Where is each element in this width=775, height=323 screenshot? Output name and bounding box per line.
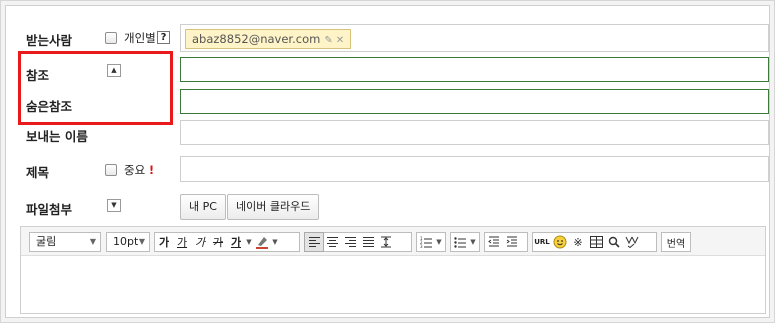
special-char-icon[interactable]: ※: [569, 233, 587, 251]
to-field[interactable]: abaz8852@naver.com ✎ ✕: [180, 24, 769, 52]
editor[interactable]: 굴림 ▼ 10pt ▼ 가 가 가 가 가 ▼ ▼ 1 2 3 ▼ ▼ URL …: [20, 226, 766, 314]
editor-body[interactable]: [21, 256, 765, 313]
my-pc-button[interactable]: 내 PC: [180, 194, 226, 220]
naver-cloud-button[interactable]: 네이버 클라우드: [227, 194, 320, 220]
search-icon[interactable]: [605, 233, 623, 251]
edit-pencil-icon[interactable]: ✎: [324, 35, 332, 46]
italic-button[interactable]: 가: [191, 233, 209, 251]
font-color-button[interactable]: 가: [227, 233, 245, 251]
align-left-icon[interactable]: [304, 232, 324, 252]
outdent-icon[interactable]: [485, 233, 503, 251]
font-size-select[interactable]: 10pt ▼: [106, 232, 150, 252]
compose-frame: 받는사람 개인별 ? abaz8852@naver.com ✎ ✕ 참조 ▲ 숨은참…: [0, 0, 775, 323]
svg-text:3: 3: [420, 244, 423, 248]
help-icon[interactable]: ?: [157, 31, 170, 44]
font-family-select[interactable]: 굴림 ▼: [29, 232, 101, 252]
indent-group: [484, 232, 528, 252]
sender-name-field[interactable]: [180, 120, 769, 145]
ordered-list-caret-icon[interactable]: ▼: [435, 238, 443, 246]
unordered-list-group: ▼: [450, 232, 480, 252]
ordered-list-icon[interactable]: 123: [417, 233, 435, 251]
recipient-chip-email: abaz8852@naver.com: [192, 32, 321, 46]
strikethrough-button[interactable]: 가: [209, 233, 227, 251]
remove-recipient-icon[interactable]: ✕: [336, 35, 344, 46]
bcc-field[interactable]: [180, 89, 769, 114]
insert-group: URL ※: [532, 232, 657, 252]
individual-checkbox[interactable]: [105, 32, 117, 44]
recipient-chip[interactable]: abaz8852@naver.com ✎ ✕: [185, 29, 352, 49]
align-center-icon[interactable]: [323, 233, 341, 251]
text-style-group: 가 가 가 가 가 ▼ ▼: [154, 232, 300, 252]
align-right-icon[interactable]: [341, 233, 359, 251]
highlight-color-icon[interactable]: [253, 233, 271, 251]
url-link-button[interactable]: URL: [533, 233, 551, 251]
justify-icon[interactable]: [359, 233, 377, 251]
important-checkbox[interactable]: [105, 164, 117, 176]
editor-toolbar: 굴림 ▼ 10pt ▼ 가 가 가 가 가 ▼ ▼ 1 2 3 ▼ ▼ URL …: [21, 227, 765, 256]
translate-button[interactable]: 번역: [664, 233, 688, 251]
sender-name-label: 보내는 이름: [26, 129, 88, 144]
emoticon-icon[interactable]: [551, 233, 569, 251]
subject-field[interactable]: [180, 156, 769, 182]
font-color-caret-icon[interactable]: ▼: [245, 238, 253, 246]
unordered-list-icon[interactable]: [451, 233, 469, 251]
unordered-list-caret-icon[interactable]: ▼: [469, 238, 477, 246]
individual-label: 개인별: [124, 31, 156, 45]
to-label: 받는사람: [26, 33, 73, 48]
underline-button[interactable]: 가: [173, 233, 191, 251]
bold-button[interactable]: 가: [155, 233, 173, 251]
ordered-list-group: 123 ▼: [416, 232, 446, 252]
indent-icon[interactable]: [503, 233, 521, 251]
translate-group: 번역: [661, 232, 691, 252]
important-label: 중요 !: [124, 163, 155, 177]
spellcheck-icon[interactable]: [623, 233, 641, 251]
cc-field[interactable]: [180, 57, 769, 82]
important-mark: !: [148, 163, 155, 177]
subject-label: 제목: [26, 165, 50, 180]
table-icon[interactable]: [587, 233, 605, 251]
highlight-caret-icon[interactable]: ▼: [271, 238, 279, 246]
align-group: [304, 232, 412, 252]
attachment-toggle-down-icon[interactable]: ▼: [107, 199, 121, 212]
line-height-icon[interactable]: [377, 233, 395, 251]
attachment-label: 파일첨부: [26, 202, 73, 217]
highlight-box: [18, 51, 173, 125]
